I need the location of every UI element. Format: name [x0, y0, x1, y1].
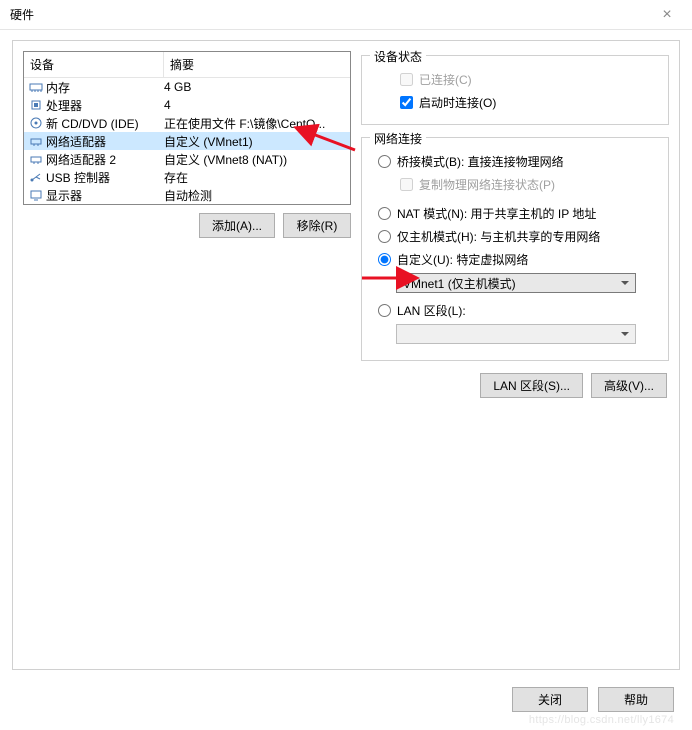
- device-status-group: 设备状态 已连接(C) 启动时连接(O): [361, 55, 669, 125]
- table-row[interactable]: 内存4 GB: [24, 78, 350, 96]
- replicate-checkbox: [400, 178, 413, 191]
- bridged-radio-row[interactable]: 桥接模式(B): 直接连接物理网络: [372, 150, 658, 173]
- table-row[interactable]: 处理器4: [24, 96, 350, 114]
- nat-radio[interactable]: [378, 207, 391, 220]
- lan-segment-radio[interactable]: [378, 304, 391, 317]
- network-icon: [28, 152, 44, 166]
- connect-at-poweron-checkbox[interactable]: [400, 96, 413, 109]
- device-list-header: 设备 摘要: [24, 52, 350, 78]
- device-name: 处理器: [46, 97, 164, 114]
- custom-radio-row[interactable]: 自定义(U): 特定虚拟网络: [372, 248, 658, 271]
- memory-icon: [28, 80, 44, 94]
- close-button[interactable]: 关闭: [512, 687, 588, 712]
- connected-checkbox-row[interactable]: 已连接(C): [394, 68, 658, 91]
- custom-network-value: VMnet1 (仅主机模式): [403, 277, 516, 291]
- display-icon: [28, 188, 44, 202]
- custom-network-dropdown[interactable]: VMnet1 (仅主机模式): [396, 273, 636, 293]
- replicate-label: 复制物理网络连接状态(P): [419, 176, 555, 193]
- device-list-panel: 设备 摘要 内存4 GB处理器4新 CD/DVD (IDE)正在使用文件 F:\…: [23, 51, 351, 205]
- close-icon[interactable]: ×: [652, 0, 682, 30]
- window-title: 硬件: [10, 6, 652, 23]
- table-row[interactable]: 网络适配器自定义 (VMnet1): [24, 132, 350, 150]
- custom-radio[interactable]: [378, 253, 391, 266]
- hostonly-radio[interactable]: [378, 230, 391, 243]
- lan-segment-label: LAN 区段(L):: [397, 302, 466, 319]
- hostonly-radio-row[interactable]: 仅主机模式(H): 与主机共享的专用网络: [372, 225, 658, 248]
- bridged-radio[interactable]: [378, 155, 391, 168]
- bridged-label: 桥接模式(B): 直接连接物理网络: [397, 153, 564, 170]
- device-summary: 4 GB: [164, 80, 346, 94]
- column-summary[interactable]: 摘要: [164, 52, 350, 77]
- network-connection-legend: 网络连接: [370, 130, 426, 147]
- watermark: https://blog.csdn.net/lly1674: [529, 714, 674, 726]
- content-frame: 设备 摘要 内存4 GB处理器4新 CD/DVD (IDE)正在使用文件 F:\…: [12, 40, 680, 670]
- remove-button[interactable]: 移除(R): [283, 213, 351, 238]
- connect-at-poweron-row[interactable]: 启动时连接(O): [394, 91, 658, 114]
- add-button[interactable]: 添加(A)...: [199, 213, 275, 238]
- table-row[interactable]: 新 CD/DVD (IDE)正在使用文件 F:\镜像\CentO...: [24, 114, 350, 132]
- lan-segment-dropdown: [396, 324, 636, 344]
- device-list[interactable]: 内存4 GB处理器4新 CD/DVD (IDE)正在使用文件 F:\镜像\Cen…: [24, 78, 350, 204]
- nat-radio-row[interactable]: NAT 模式(N): 用于共享主机的 IP 地址: [372, 202, 658, 225]
- help-button[interactable]: 帮助: [598, 687, 674, 712]
- hostonly-label: 仅主机模式(H): 与主机共享的专用网络: [397, 228, 600, 245]
- connected-label: 已连接(C): [419, 71, 472, 88]
- device-name: USB 控制器: [46, 169, 164, 186]
- cpu-icon: [28, 98, 44, 112]
- replicate-checkbox-row: 复制物理网络连接状态(P): [394, 173, 658, 196]
- device-summary: 存在: [164, 169, 346, 186]
- custom-label: 自定义(U): 特定虚拟网络: [397, 251, 528, 268]
- device-name: 显示器: [46, 187, 164, 204]
- device-status-legend: 设备状态: [370, 48, 426, 65]
- disc-icon: [28, 116, 44, 130]
- device-summary: 正在使用文件 F:\镜像\CentO...: [164, 115, 346, 132]
- lan-segment-radio-row[interactable]: LAN 区段(L):: [372, 299, 658, 322]
- connected-checkbox: [400, 73, 413, 86]
- network-icon: [28, 134, 44, 148]
- nat-label: NAT 模式(N): 用于共享主机的 IP 地址: [397, 205, 596, 222]
- table-row[interactable]: 显示器自动检测: [24, 186, 350, 204]
- device-name: 内存: [46, 79, 164, 96]
- column-device[interactable]: 设备: [24, 52, 164, 77]
- device-summary: 自动检测: [164, 187, 346, 204]
- device-name: 网络适配器: [46, 133, 164, 150]
- advanced-button[interactable]: 高级(V)...: [591, 373, 667, 398]
- connect-at-poweron-label: 启动时连接(O): [419, 94, 496, 111]
- table-row[interactable]: 网络适配器 2自定义 (VMnet8 (NAT)): [24, 150, 350, 168]
- table-row[interactable]: USB 控制器存在: [24, 168, 350, 186]
- device-summary: 自定义 (VMnet1): [164, 133, 346, 150]
- device-summary: 4: [164, 98, 346, 112]
- device-name: 网络适配器 2: [46, 151, 164, 168]
- title-bar: 硬件 ×: [0, 0, 692, 30]
- usb-icon: [28, 170, 44, 184]
- device-summary: 自定义 (VMnet8 (NAT)): [164, 151, 346, 168]
- network-connection-group: 网络连接 桥接模式(B): 直接连接物理网络 复制物理网络连接状态(P) NAT…: [361, 137, 669, 361]
- device-name: 新 CD/DVD (IDE): [46, 115, 164, 132]
- lan-segments-button[interactable]: LAN 区段(S)...: [480, 373, 583, 398]
